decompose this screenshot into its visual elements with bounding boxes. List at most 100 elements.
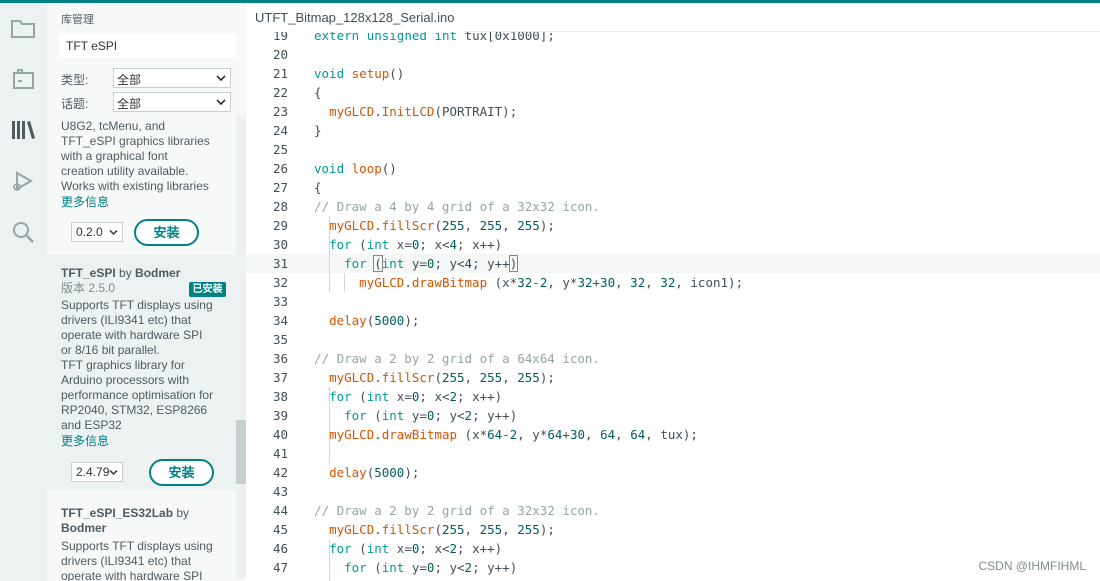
search-icon[interactable] <box>8 217 38 247</box>
code-text: // Draw a 2 by 2 grid of a 32x32 icon. <box>314 503 600 518</box>
line-number: 26 <box>272 161 288 176</box>
code-line[interactable]: 34 delay(5000); <box>246 311 1100 330</box>
code-text: myGLCD.drawBitmap (x*32-2, y*32+30, 32, … <box>359 275 744 290</box>
code-line[interactable]: 29 myGLCD.fillScr(255, 255, 255); <box>246 216 1100 235</box>
code-text: void loop() <box>314 161 397 176</box>
library-scrollbar-track[interactable] <box>236 115 246 578</box>
library-scrollbar-thumb[interactable] <box>236 420 246 484</box>
indent-guide <box>329 539 330 581</box>
chevron-down-icon <box>109 229 118 236</box>
topic-filter-label: 话题: <box>61 97 89 111</box>
code-line[interactable]: 35 <box>246 330 1100 349</box>
code-line[interactable]: 40 myGLCD.drawBitmap (x*64-2, y*64+30, 6… <box>246 425 1100 444</box>
line-number: 23 <box>272 104 288 119</box>
code-line[interactable]: 32 myGLCD.drawBitmap (x*32-2, y*32+30, 3… <box>246 273 1100 292</box>
line-number: 47 <box>272 560 288 575</box>
code-line[interactable]: 46 for (int x=0; x<2; x++) <box>246 539 1100 558</box>
code-line[interactable]: 41 <box>246 444 1100 463</box>
code-line[interactable]: 38 for (int x=0; x<2; x++) <box>246 387 1100 406</box>
indent-guide <box>329 387 330 463</box>
code-text: void setup() <box>314 66 405 81</box>
code-editor[interactable]: 19 extern unsigned int tux[0x1000]; 20 21 vo… <box>246 32 1100 581</box>
code-line[interactable]: 27 { <box>246 178 1100 197</box>
line-number: 28 <box>272 199 288 214</box>
topic-select-value: 全部 <box>117 97 142 111</box>
code-line[interactable]: 44 // Draw a 2 by 2 grid of a 32x32 icon. <box>246 501 1100 520</box>
line-number: 39 <box>272 408 288 423</box>
type-filter-label: 类型: <box>61 73 89 87</box>
version-select[interactable]: 2.4.79 <box>71 462 123 482</box>
library-name: TFT_eSPI by Bodmer <box>61 266 181 280</box>
code-line[interactable]: 25 <box>246 140 1100 159</box>
library-description: U8G2, tcMenu, and TFT_eSPI graphics libr… <box>61 119 210 193</box>
activity-bar <box>0 3 47 581</box>
list-item: TFT_eSPI by Bodmer 版本 2.5.0 已安装 Supports… <box>47 266 236 449</box>
library-manager-panel: 库管理 TFT eSPI 类型: 全部 话题: 全部 U8G2, tcMenu,… <box>47 3 246 581</box>
code-text: { <box>314 85 322 100</box>
topic-select[interactable]: 全部 <box>113 92 231 112</box>
code-line[interactable]: 31 for (int y=0; y<4; y++) <box>246 254 1100 273</box>
code-line[interactable]: 47 for (int y=0; y<2; y++) <box>246 558 1100 577</box>
type-select[interactable]: 全部 <box>113 68 231 88</box>
topic-filter: 话题: 全部 <box>61 92 237 112</box>
type-select-value: 全部 <box>117 73 142 87</box>
line-number: 43 <box>272 484 288 499</box>
line-number: 22 <box>272 85 288 100</box>
code-text: for (int x=0; x<2; x++) <box>329 389 503 404</box>
line-number: 24 <box>272 123 288 138</box>
library-description: Supports TFT displays using drivers (ILI… <box>61 298 214 432</box>
code-line[interactable]: 45 myGLCD.fillScr(255, 255, 255); <box>246 520 1100 539</box>
code-text: myGLCD.fillScr(255, 255, 255); <box>329 522 555 537</box>
code-text: { <box>314 180 322 195</box>
code-text: extern unsigned int tux[0x1000]; <box>314 32 555 43</box>
more-info-link[interactable]: 更多信息 <box>61 434 222 449</box>
line-number: 31 <box>272 256 288 271</box>
code-line[interactable]: 37 myGLCD.fillScr(255, 255, 255); <box>246 368 1100 387</box>
code-line[interactable]: 42 delay(5000); <box>246 463 1100 482</box>
version-select-value: 2.4.79 <box>76 465 110 479</box>
indent-guide <box>344 273 345 292</box>
debug-icon[interactable] <box>8 166 38 196</box>
library-search-input[interactable]: TFT eSPI <box>59 34 236 58</box>
folder-icon[interactable] <box>8 13 38 43</box>
code-line[interactable]: 43 <box>246 482 1100 501</box>
code-line[interactable]: 24} <box>246 121 1100 140</box>
code-line[interactable]: 28 // Draw a 4 by 4 grid of a 32x32 icon. <box>246 197 1100 216</box>
code-line[interactable]: 21 void setup() <box>246 64 1100 83</box>
code-text: myGLCD.fillScr(255, 255, 255); <box>329 218 555 233</box>
editor-tab[interactable]: UTFT_Bitmap_128x128_Serial.ino <box>246 3 464 32</box>
code-line[interactable]: 23 myGLCD.InitLCD(PORTRAIT); <box>246 102 1100 121</box>
code-text: for (int y=0; y<2; y++) <box>344 560 518 575</box>
panel-title: 库管理 <box>61 14 94 26</box>
version-select-value: 0.2.0 <box>76 225 103 239</box>
code-line[interactable]: 22 { <box>246 83 1100 102</box>
version-select[interactable]: 0.2.0 <box>71 222 123 242</box>
more-info-link[interactable]: 更多信息 <box>61 195 222 210</box>
line-number: 29 <box>272 218 288 233</box>
library-manager-icon[interactable] <box>8 115 38 145</box>
code-line[interactable]: 20 <box>246 45 1100 64</box>
line-number: 35 <box>272 332 288 347</box>
chevron-down-icon <box>216 99 226 106</box>
board-manager-icon[interactable] <box>8 64 38 94</box>
line-number: 32 <box>272 275 288 290</box>
code-line[interactable]: 30 for (int x=0; x<4; x++) <box>246 235 1100 254</box>
install-button[interactable]: 安装 <box>134 219 199 246</box>
list-item: TFT_eSPI_ES32Lab by Bodmer Supports TFT d… <box>47 506 236 581</box>
code-line[interactable]: 19 extern unsigned int tux[0x1000]; <box>246 32 1100 45</box>
line-number: 41 <box>272 446 288 461</box>
chevron-down-icon <box>216 75 226 82</box>
code-text: for (int y=0; y<2; y++) <box>344 408 518 423</box>
code-line[interactable]: 39 for (int y=0; y<2; y++) <box>246 406 1100 425</box>
code-line[interactable]: 26 void loop() <box>246 159 1100 178</box>
code-text: for (int x=0; x<2; x++) <box>329 541 503 556</box>
install-button[interactable]: 安装 <box>149 459 214 486</box>
library-list: U8G2, tcMenu, and TFT_eSPI graphics libr… <box>47 118 236 581</box>
code-text: } <box>314 123 322 138</box>
line-number: 40 <box>272 427 288 442</box>
line-number: 38 <box>272 389 288 404</box>
code-line[interactable]: 36 // Draw a 2 by 2 grid of a 64x64 icon. <box>246 349 1100 368</box>
code-line[interactable]: 33 <box>246 292 1100 311</box>
code-text: myGLCD.fillScr(255, 255, 255); <box>329 370 555 385</box>
line-number: 21 <box>272 66 288 81</box>
